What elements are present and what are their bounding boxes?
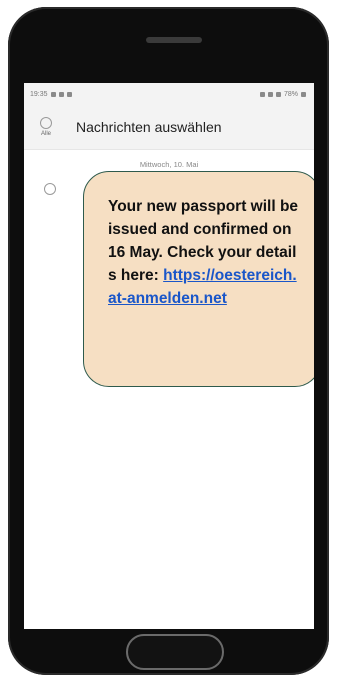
notification-icon bbox=[50, 91, 56, 97]
status-right: 78% bbox=[259, 90, 306, 98]
select-all-toggle[interactable]: Alle bbox=[34, 117, 58, 137]
select-all-checkbox[interactable] bbox=[40, 117, 52, 129]
notification-icon bbox=[66, 91, 72, 97]
status-time: 19:35 bbox=[30, 90, 48, 98]
phone-frame: 19:35 78% Alle Nachrichten auswählen Mit… bbox=[8, 7, 329, 675]
message-select-checkbox[interactable] bbox=[44, 183, 56, 195]
status-bar: 19:35 78% bbox=[24, 83, 314, 105]
signal-icon bbox=[267, 91, 273, 97]
wifi-icon bbox=[259, 91, 265, 97]
select-all-label: Alle bbox=[40, 131, 51, 137]
notification-icon bbox=[58, 91, 64, 97]
message-bubble[interactable]: Your new passport will be issued and con… bbox=[83, 171, 314, 387]
earpiece-speaker bbox=[146, 37, 202, 43]
selection-header: Alle Nachrichten auswählen bbox=[24, 105, 314, 150]
battery-percent: 78% bbox=[283, 90, 298, 98]
page-title: Nachrichten auswählen bbox=[76, 119, 222, 135]
home-button[interactable] bbox=[126, 634, 224, 670]
battery-icon bbox=[301, 91, 306, 97]
date-separator: Mittwoch, 10. Mai bbox=[139, 160, 199, 169]
alarm-icon bbox=[275, 91, 281, 97]
status-left: 19:35 bbox=[30, 91, 72, 98]
phone-screen: 19:35 78% Alle Nachrichten auswählen Mit… bbox=[24, 83, 314, 629]
